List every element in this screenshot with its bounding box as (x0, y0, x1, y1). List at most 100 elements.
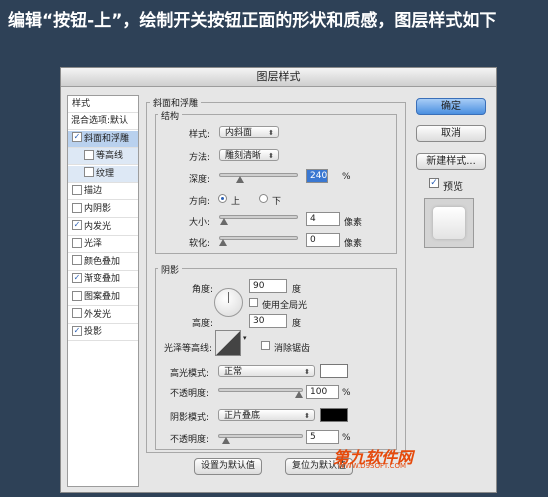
slider-thumb[interactable] (295, 391, 303, 398)
highlight-opacity-slider[interactable] (218, 388, 303, 392)
technique-select-value: 雕刻清晰 (225, 151, 262, 161)
shadow-mode-value: 正片叠底 (224, 411, 261, 421)
shadow-mode-label: 阴影模式: (170, 413, 210, 423)
depth-slider[interactable] (219, 173, 298, 177)
make-default-button[interactable]: 设置为默认值 (194, 458, 262, 475)
checked-checkbox-icon[interactable]: ✓ (72, 272, 82, 283)
angle-dial[interactable] (214, 288, 243, 317)
slider-thumb[interactable] (236, 176, 245, 183)
size-unit: 像素 (344, 218, 363, 228)
checked-checkbox-icon[interactable]: ✓ (72, 132, 82, 143)
checkbox-icon[interactable] (72, 255, 82, 266)
slider-thumb[interactable] (219, 239, 227, 246)
sidebar-item[interactable]: 内阴影 (68, 201, 138, 218)
sidebar-item-label: 外发光 (84, 309, 112, 320)
updown-arrow-icon: ⬍ (268, 129, 274, 137)
preview-checkbox[interactable]: ✓ (429, 178, 439, 188)
style-select-value: 内斜面 (225, 128, 253, 138)
sidebar-item[interactable]: 纹理 (68, 165, 138, 183)
sidebar-item-label: 内发光 (84, 221, 112, 232)
sidebar-item[interactable]: ✓ 投影 (68, 324, 138, 342)
gloss-contour-label: 光泽等高线: (164, 344, 213, 354)
sidebar-item-label: 描边 (84, 186, 103, 197)
sidebar-item[interactable]: 混合选项:默认 (68, 113, 138, 130)
sidebar-header: 样式 (68, 96, 138, 113)
slider-thumb[interactable] (220, 218, 229, 225)
antialias-checkbox[interactable] (261, 341, 270, 350)
highlight-opacity-label: 不透明度: (170, 389, 210, 399)
highlight-opacity-unit: % (342, 388, 351, 398)
direction-down-radio[interactable] (259, 194, 268, 203)
checkbox-icon[interactable] (72, 290, 82, 301)
checked-checkbox-icon[interactable]: ✓ (72, 325, 82, 336)
new-style-button[interactable]: 新建样式... (416, 153, 486, 170)
size-field[interactable]: 4 (306, 212, 340, 226)
sidebar-item[interactable]: 等高线 (68, 148, 138, 166)
shadow-mode-select[interactable]: 正片叠底 ⬍ (218, 409, 315, 421)
shadow-opacity-slider[interactable] (218, 434, 303, 438)
gloss-contour-picker[interactable] (215, 330, 241, 356)
shadow-color-swatch[interactable] (320, 408, 348, 422)
highlight-mode-value: 正常 (224, 367, 243, 377)
preview-swatch-shape (433, 207, 465, 239)
depth-unit: % (342, 172, 351, 182)
technique-select[interactable]: 雕刻清晰 ⬍ (219, 149, 279, 161)
sidebar-item[interactable]: 图案叠加 (68, 289, 138, 306)
direction-down-label: 下 (272, 197, 282, 207)
tutorial-heading: 编辑“按钮-上”，绘制开关按钮正面的形状和质感，图层样式如下 (8, 11, 497, 31)
contour-curve-icon (216, 331, 240, 355)
sidebar-item-label: 渐变叠加 (84, 274, 121, 285)
size-label: 大小: (189, 218, 211, 228)
updown-arrow-icon: ⬍ (304, 412, 310, 420)
sidebar-item[interactable]: 描边 (68, 183, 138, 201)
angle-unit: 度 (292, 285, 302, 295)
sidebar-item-label: 斜面和浮雕 (84, 133, 130, 144)
sidebar-item-label: 光泽 (84, 239, 103, 250)
checkbox-icon[interactable] (72, 237, 82, 248)
updown-arrow-icon: ⬍ (268, 152, 274, 160)
ok-button[interactable]: 确定 (416, 98, 486, 115)
sidebar-item-label: 混合选项:默认 (71, 116, 129, 126)
highlight-mode-select[interactable]: 正常 ⬍ (218, 365, 315, 377)
angle-label: 角度: (192, 285, 214, 295)
sidebar-item-label: 等高线 (96, 151, 124, 162)
sidebar-item[interactable]: ✓ 内发光 (68, 219, 138, 236)
sidebar-item[interactable]: ✓ 斜面和浮雕 (68, 130, 138, 148)
angle-field[interactable]: 90 (249, 279, 287, 293)
shadow-opacity-unit: % (342, 433, 351, 443)
sidebar-item-label: 颜色叠加 (84, 256, 121, 267)
styles-sidebar: 样式 混合选项:默认 ✓ 斜面和浮雕 等高线 纹理 描边 内阴影 ✓ 内发光 光泽 颜色叠加 ✓ 渐变叠… (67, 95, 139, 487)
checkbox-icon[interactable] (72, 184, 82, 195)
slider-thumb[interactable] (221, 437, 230, 444)
style-select[interactable]: 内斜面 ⬍ (219, 126, 279, 138)
depth-label: 深度: (189, 175, 211, 185)
sidebar-item[interactable]: ✓ 渐变叠加 (68, 271, 138, 289)
cancel-button[interactable]: 取消 (416, 125, 486, 142)
contour-dropdown-icon[interactable]: ▾ (243, 334, 247, 342)
checkbox-icon[interactable] (84, 167, 94, 178)
structure-title: 结构 (158, 109, 183, 122)
shading-title: 阴影 (158, 263, 183, 276)
direction-label: 方向: (189, 197, 211, 207)
shadow-opacity-field[interactable]: 5 (306, 430, 339, 444)
altitude-field[interactable]: 30 (249, 314, 287, 328)
depth-field[interactable]: 240 (306, 169, 328, 183)
sidebar-item-label: 图案叠加 (84, 292, 121, 302)
soften-field[interactable]: 0 (306, 233, 340, 247)
size-slider[interactable] (219, 215, 298, 219)
sidebar-item[interactable]: 颜色叠加 (68, 254, 138, 271)
soften-label: 软化: (189, 239, 211, 249)
soften-slider[interactable] (219, 236, 298, 240)
highlight-color-swatch[interactable] (320, 364, 348, 378)
direction-up-radio[interactable] (218, 194, 227, 203)
checkbox-icon[interactable] (84, 149, 94, 160)
checkbox-icon[interactable] (72, 202, 82, 213)
sidebar-item[interactable]: 光泽 (68, 236, 138, 254)
direction-up-label: 上 (231, 197, 241, 207)
checked-checkbox-icon[interactable]: ✓ (72, 220, 82, 231)
global-light-checkbox[interactable] (249, 298, 258, 307)
style-preview-thumbnail (424, 198, 474, 248)
highlight-opacity-field[interactable]: 100 (306, 385, 339, 399)
checkbox-icon[interactable] (72, 308, 82, 319)
sidebar-item[interactable]: 外发光 (68, 307, 138, 324)
